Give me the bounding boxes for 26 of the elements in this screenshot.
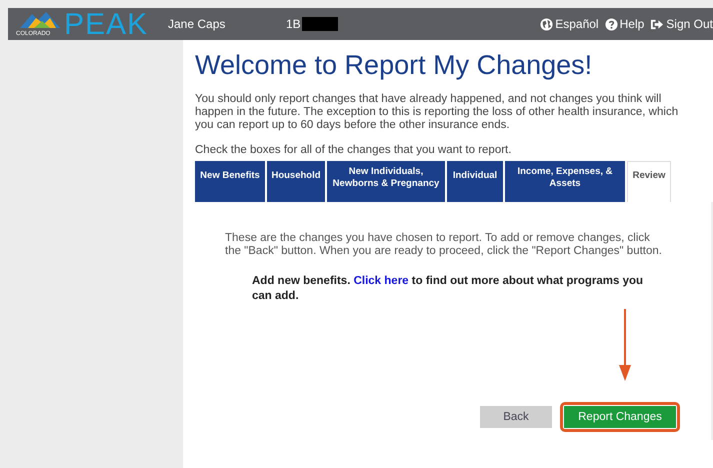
logo-wordmark: PEAK	[64, 10, 148, 40]
sign-out-icon	[650, 18, 664, 30]
benefits-text: Add new benefits. Click here to find out more about what programs you can add.	[252, 274, 644, 304]
tab[interactable]: Household	[267, 161, 325, 202]
page-title: Welcome to Report My Changes!	[195, 50, 594, 81]
tab[interactable]: New Individuals, Newborns & Pregnancy	[327, 161, 445, 202]
header-link[interactable]: Sign Out	[650, 17, 713, 31]
header-link[interactable]: Español	[540, 17, 599, 31]
tab[interactable]: New Benefits	[195, 161, 265, 202]
report-changes-button[interactable]: Report Changes	[564, 406, 676, 428]
mountain-logo-icon	[20, 10, 60, 28]
arrow-annotation	[619, 309, 631, 381]
header-link[interactable]: Help	[604, 17, 644, 31]
tab[interactable]: Income, Expenses, & Assets	[505, 161, 625, 202]
back-button[interactable]: Back	[480, 406, 552, 428]
intro-text: You should only report changes that have already happened, and not changes you think will happen in the future. The exception to this is reporting the loss of other health insurance, which you can report up to 60 days before the other insurance ends.	[195, 93, 680, 132]
click-here-link[interactable]: Click here	[354, 275, 409, 287]
instructions-text: These are the changes you have chosen to report. To add or remove changes, click the "Back" button. When you are ready to proceed, click the "Report Changes" button.	[225, 232, 663, 258]
redaction-bar	[302, 17, 338, 31]
tab[interactable]: Review	[627, 161, 671, 202]
user-name: Jane Caps	[168, 17, 226, 31]
tab[interactable]: Individual	[447, 161, 503, 202]
help-icon	[604, 18, 618, 30]
case-number: 1B	[286, 17, 301, 31]
instruction-text: Check the boxes for all of the changes that you want to report.	[195, 144, 512, 156]
globe-icon	[540, 18, 554, 30]
